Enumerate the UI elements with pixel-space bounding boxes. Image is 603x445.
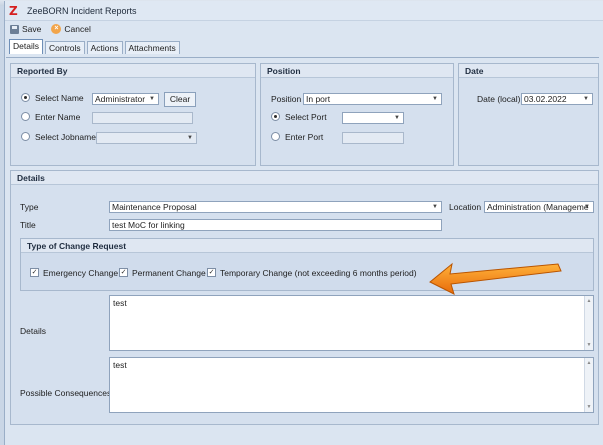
- window-title: ZeeBORN Incident Reports: [27, 5, 137, 16]
- date-label: Date (local): [477, 94, 521, 104]
- details-tab-content: Reported By Select Name Administrator ▼ …: [6, 57, 599, 444]
- details-scrollbar[interactable]: ▲ ▼: [584, 296, 593, 350]
- enter-name-label: Enter Name: [35, 112, 81, 122]
- scroll-up-icon[interactable]: ▲: [585, 297, 593, 305]
- position-value: In port: [306, 94, 331, 104]
- chevron-down-icon: ▼: [432, 204, 438, 210]
- details-textarea[interactable]: test ▲ ▼: [109, 295, 594, 351]
- date-picker[interactable]: 03.02.2022 ▼: [521, 93, 593, 105]
- enter-name-radio[interactable]: [21, 112, 30, 121]
- position-label: Position: [271, 94, 302, 104]
- save-label: Save: [22, 24, 42, 34]
- position-group: Position Position In port ▼ Select Port …: [260, 63, 454, 166]
- select-name-label: Select Name: [35, 93, 84, 103]
- zeeborn-logo-icon: Z: [9, 3, 18, 18]
- scroll-up-icon[interactable]: ▲: [585, 359, 593, 367]
- emergency-change-label: Emergency Change: [43, 268, 119, 278]
- arrow-shape: [429, 262, 562, 295]
- consequences-scrollbar[interactable]: ▲ ▼: [584, 358, 593, 412]
- location-label: Location: [449, 202, 482, 212]
- title-label: Title: [20, 220, 36, 230]
- reported-by-group: Reported By Select Name Administrator ▼ …: [10, 63, 256, 166]
- title-bar: Z ZeeBORN Incident Reports: [5, 1, 603, 21]
- select-jobname-radio[interactable]: [21, 132, 30, 141]
- change-request-header: Type of Change Request: [21, 239, 593, 253]
- tab-controls[interactable]: Controls: [44, 41, 85, 54]
- chevron-down-icon: ▼: [187, 135, 193, 141]
- title-value: test MoC for linking: [112, 220, 185, 230]
- position-dropdown[interactable]: In port ▼: [303, 93, 442, 105]
- tab-bar: Details Controls Actions Attachments: [5, 39, 603, 54]
- annotation-arrow-icon: [429, 262, 562, 295]
- scroll-down-icon[interactable]: ▼: [585, 341, 593, 349]
- cancel-icon: ×: [51, 24, 62, 34]
- location-value: Administration (Manageme: [487, 202, 589, 212]
- save-button[interactable]: Save: [10, 24, 41, 34]
- enter-port-input[interactable]: [342, 132, 404, 144]
- consequences-textarea[interactable]: test ▲ ▼: [109, 357, 594, 413]
- temporary-change-checkbox[interactable]: ✓: [207, 268, 216, 277]
- toolbar: Save × Cancel: [5, 21, 603, 37]
- consequences-value: test: [113, 360, 127, 370]
- permanent-change-checkbox[interactable]: ✓: [119, 268, 128, 277]
- permanent-change-label: Permanent Change: [132, 268, 206, 278]
- temporary-change-label: Temporary Change (not exceeding 6 months…: [220, 268, 417, 278]
- details-field-label: Details: [20, 326, 46, 336]
- title-input[interactable]: test MoC for linking: [109, 219, 442, 231]
- location-dropdown[interactable]: Administration (Manageme ▼: [484, 201, 594, 213]
- chevron-down-icon: ▼: [149, 96, 155, 102]
- tab-actions[interactable]: Actions: [86, 41, 123, 54]
- scroll-down-icon[interactable]: ▼: [585, 403, 593, 411]
- select-name-radio[interactable]: [21, 93, 30, 102]
- select-port-label: Select Port: [285, 112, 327, 122]
- chevron-down-icon: ▼: [584, 204, 590, 210]
- type-label: Type: [20, 202, 39, 212]
- enter-port-label: Enter Port: [285, 132, 324, 142]
- reported-by-header: Reported By: [11, 64, 255, 78]
- date-value: 03.02.2022: [524, 94, 567, 104]
- select-port-radio[interactable]: [271, 112, 280, 121]
- save-icon: [10, 24, 19, 34]
- type-value: Maintenance Proposal: [112, 202, 197, 212]
- tab-details[interactable]: Details: [9, 39, 43, 54]
- type-dropdown[interactable]: Maintenance Proposal ▼: [109, 201, 442, 213]
- clear-button[interactable]: Clear: [164, 92, 196, 107]
- position-header: Position: [261, 64, 453, 78]
- select-jobname-dropdown[interactable]: ▼: [96, 132, 197, 144]
- enter-name-input[interactable]: [92, 112, 193, 124]
- chevron-down-icon: ▼: [432, 96, 438, 102]
- select-name-dropdown[interactable]: Administrator ▼: [92, 93, 159, 105]
- enter-port-radio[interactable]: [271, 132, 280, 141]
- consequences-label: Possible Consequences:: [20, 388, 114, 398]
- details-header: Details: [11, 171, 598, 185]
- select-name-value: Administrator: [95, 94, 146, 104]
- cancel-button[interactable]: × Cancel: [51, 24, 91, 34]
- chevron-down-icon: ▼: [394, 115, 400, 121]
- date-header: Date: [459, 64, 598, 78]
- tab-attachments[interactable]: Attachments: [124, 41, 180, 54]
- select-port-dropdown[interactable]: ▼: [342, 112, 404, 124]
- select-jobname-label: Select Jobname: [35, 132, 96, 142]
- emergency-change-checkbox[interactable]: ✓: [30, 268, 39, 277]
- date-group: Date Date (local) 03.02.2022 ▼: [458, 63, 599, 166]
- chevron-down-icon: ▼: [583, 96, 589, 102]
- cancel-label: Cancel: [64, 24, 91, 34]
- details-value: test: [113, 298, 127, 308]
